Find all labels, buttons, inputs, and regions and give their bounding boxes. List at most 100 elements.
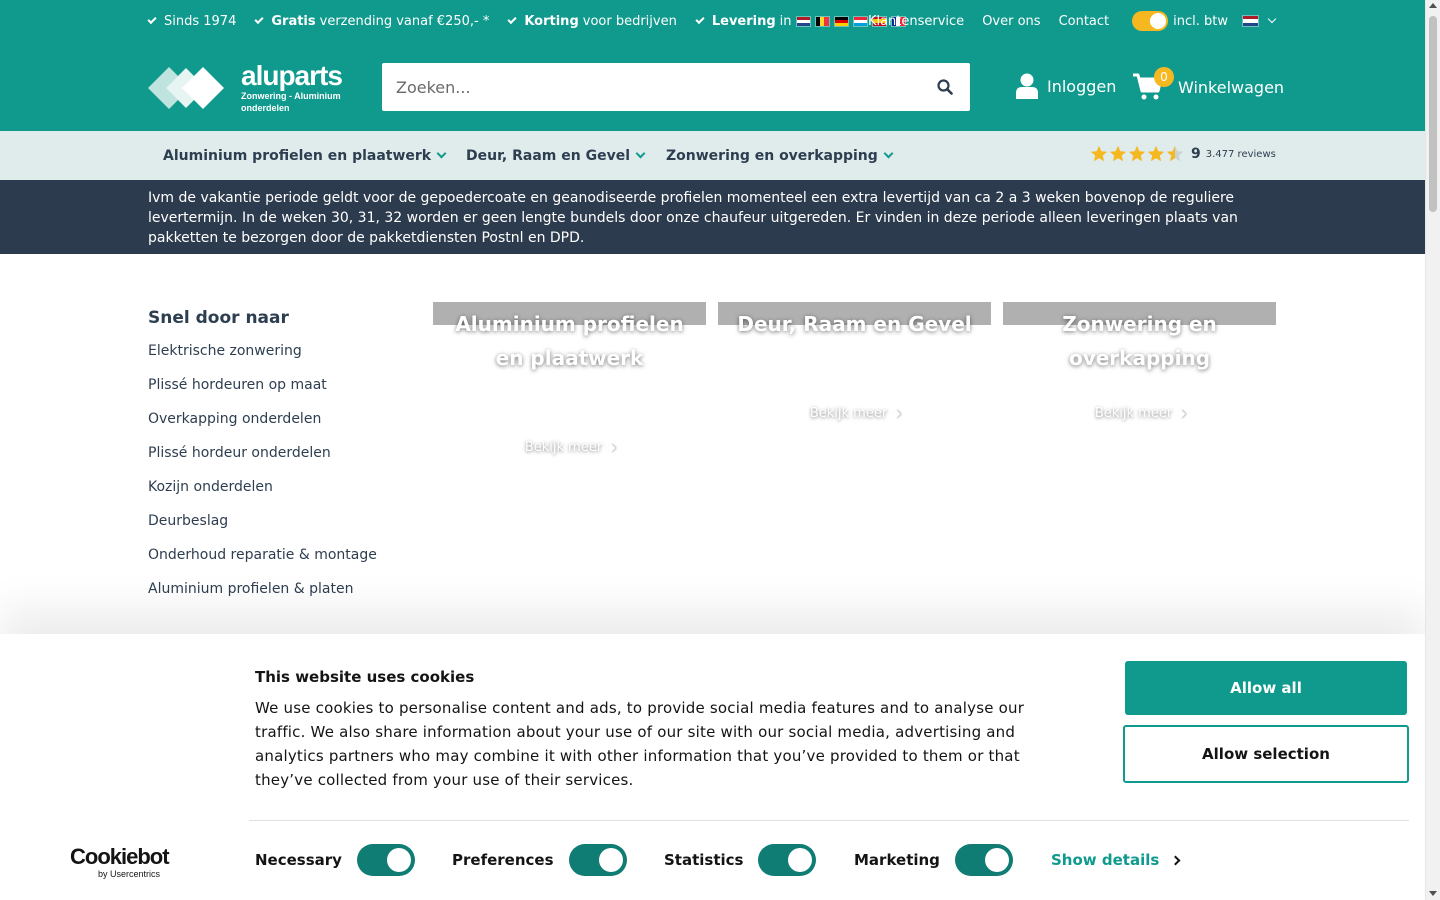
quick-links-title: Snel door naar: [148, 308, 289, 328]
cookiebot-brand: Cookiebot: [70, 844, 170, 869]
login-link[interactable]: Inloggen: [1016, 73, 1116, 99]
usp-bold: Levering: [711, 13, 776, 29]
category-title: Deur, Raam en Gevel: [737, 312, 972, 336]
category-more-label: Bekijk meer: [1094, 406, 1173, 421]
check-icon: [147, 14, 157, 25]
check-icon: [254, 14, 264, 25]
vat-toggle[interactable]: incl. btw: [1132, 11, 1228, 31]
divider: [249, 820, 1409, 821]
consent-toggle-marketing[interactable]: [954, 844, 1013, 876]
cookie-title: This website uses cookies: [255, 668, 475, 686]
allow-all-button[interactable]: Allow all: [1125, 661, 1407, 715]
flag-nl-icon: [1242, 15, 1259, 27]
category-more-link[interactable]: Bekijk meer: [1003, 406, 1276, 421]
vat-switch[interactable]: [1132, 11, 1169, 31]
search-icon[interactable]: [937, 79, 953, 95]
scrollbar-thumb[interactable]: [1429, 16, 1437, 212]
consent-label: Necessary: [255, 851, 342, 869]
consent-necessary: Necessary: [255, 844, 415, 876]
consent-label: Statistics: [664, 851, 744, 869]
top-links: Klantenservice Over ons Contact incl. bt…: [850, 11, 1277, 31]
quick-link[interactable]: Elektrische zonwering: [148, 341, 377, 375]
chevron-down-icon: [883, 148, 894, 159]
usp-bar: Sinds 1974 Gratis verzending vanaf €250,…: [147, 11, 929, 31]
quick-link[interactable]: Plissé hordeur onderdelen: [148, 443, 377, 477]
show-details-link[interactable]: Show details: [1051, 851, 1181, 869]
quick-link[interactable]: Kozijn onderdelen: [148, 477, 377, 511]
scroll-down-icon[interactable]: [1429, 891, 1437, 896]
logo-name: aluparts: [241, 60, 343, 91]
link-over-ons[interactable]: Over ons: [982, 14, 1040, 29]
category-card-aluminium[interactable]: Aluminium profielen en plaatwerk Bekijk …: [433, 302, 706, 455]
flag-be-icon: [814, 15, 830, 27]
login-label: Inloggen: [1047, 76, 1117, 96]
usp-text: voor bedrijven: [582, 13, 677, 29]
consent-statistics: Statistics: [664, 844, 817, 876]
usp-item: Gratis verzending vanaf €250,- *: [254, 13, 490, 29]
rating-stars: [1090, 145, 1185, 163]
nav-item-label: Aluminium profielen en plaatwerk: [163, 148, 432, 164]
cart-label: Winkelwagen: [1178, 77, 1285, 97]
consent-toggle-preferences[interactable]: [568, 844, 627, 876]
search-input[interactable]: [396, 64, 916, 110]
star-icon: [1109, 145, 1127, 162]
consent-marketing: Marketing: [854, 844, 1013, 876]
user-icon: [1016, 73, 1038, 99]
nav-item-label: Zonwering en overkapping: [666, 148, 878, 164]
chevron-right-icon: [1170, 855, 1181, 865]
scrollbar[interactable]: [1425, 0, 1440, 900]
consent-toggle-necessary[interactable]: [356, 844, 415, 876]
usp-text: verzending vanaf €250,- *: [319, 13, 490, 29]
link-contact[interactable]: Contact: [1059, 14, 1110, 29]
star-icon: [1147, 145, 1165, 162]
page: Sinds 1974 Gratis verzending vanaf €250,…: [0, 0, 1440, 900]
quick-link[interactable]: Plissé hordeuren op maat: [148, 375, 377, 409]
chevron-down-icon: [436, 148, 447, 159]
logo-mark-icon: [148, 67, 224, 109]
consent-preferences: Preferences: [452, 844, 627, 876]
flag-de-icon: [833, 15, 849, 27]
quick-link[interactable]: Onderhoud reparatie & montage: [148, 545, 377, 579]
notice-banner: Ivm de vakantie periode geldt voor de ge…: [0, 180, 1425, 254]
consent-toggle-statistics[interactable]: [758, 844, 817, 876]
quick-link[interactable]: Overkapping onderdelen: [148, 409, 377, 443]
category-card-deur-raam-gevel[interactable]: Deur, Raam en Gevel Bekijk meer: [718, 302, 991, 421]
allow-selection-button[interactable]: Allow selection: [1123, 725, 1409, 783]
chevron-down-icon: [635, 148, 646, 159]
scroll-up-icon[interactable]: [1429, 3, 1437, 8]
nav-item-aluminium[interactable]: Aluminium profielen en plaatwerk: [163, 148, 447, 164]
category-card-zonwering[interactable]: Zonwering en overkapping Bekijk meer: [1003, 302, 1276, 421]
chevron-right-icon: [891, 409, 901, 418]
notice-text: Ivm de vakantie periode geldt voor de ge…: [148, 190, 1238, 246]
usp-text: in: [779, 13, 792, 29]
link-klantenservice[interactable]: Klantenservice: [868, 14, 964, 29]
consent-label: Preferences: [452, 851, 554, 869]
main-nav: Aluminium profielen en plaatwerk Deur, R…: [0, 131, 1425, 180]
review-rating[interactable]: 9 3.477 reviews: [1090, 145, 1276, 163]
language-selector[interactable]: [1242, 14, 1277, 27]
star-icon: [1128, 145, 1146, 162]
usp-bold: Gratis: [271, 13, 316, 29]
quick-links: Snel door naar Elektrische zonwering Pli…: [148, 308, 377, 613]
usp-text: Sinds 1974: [164, 13, 237, 29]
cookiebot-brand-sub: by Usercentrics: [98, 869, 161, 879]
category-more-link[interactable]: Bekijk meer: [718, 406, 991, 421]
logo-tagline: Zonwering - Aluminium onderdelen: [241, 91, 341, 113]
chevron-right-icon: [1176, 409, 1186, 418]
vat-label: incl. btw: [1173, 13, 1228, 29]
site-logo[interactable]: aluparts Zonwering - Aluminium onderdele…: [148, 62, 370, 113]
usp-bold: Korting: [524, 13, 579, 29]
check-icon: [695, 14, 705, 25]
cart-count-badge: 0: [1154, 67, 1174, 87]
search-bar: [382, 63, 970, 111]
site-header: Sinds 1974 Gratis verzending vanaf €250,…: [0, 0, 1425, 131]
quick-link[interactable]: Aluminium profielen & platen: [148, 579, 377, 613]
show-details-label: Show details: [1051, 851, 1160, 869]
category-more-link[interactable]: Bekijk meer: [433, 440, 706, 455]
consent-label: Marketing: [854, 851, 940, 869]
usp-item: Korting voor bedrijven: [507, 13, 677, 29]
quick-link[interactable]: Deurbeslag: [148, 511, 377, 545]
nav-item-zonwering[interactable]: Zonwering en overkapping: [666, 148, 894, 164]
nav-item-deur-raam-gevel[interactable]: Deur, Raam en Gevel: [466, 148, 646, 164]
cart-link[interactable]: 0 Winkelwagen: [1133, 67, 1285, 101]
